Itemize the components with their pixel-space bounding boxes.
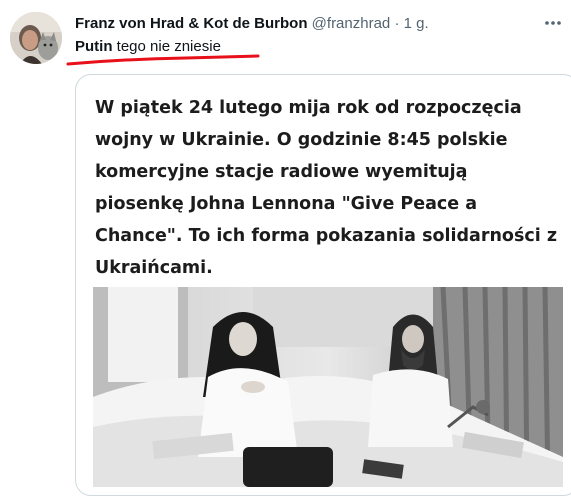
- tweet[interactable]: Franz von Hrad & Kot de Burbon @franzhra…: [0, 0, 571, 496]
- separator-dot: ·: [394, 15, 400, 32]
- quoted-post-photo[interactable]: [93, 287, 563, 487]
- tweet-text-bold: Putin: [75, 38, 113, 55]
- more-options-icon[interactable]: [543, 13, 563, 33]
- quoted-post[interactable]: W piątek 24 lutego mija rok od rozpoczęc…: [75, 74, 571, 496]
- tweet-header: Franz von Hrad & Kot de Burbon @franzhra…: [75, 13, 429, 35]
- avatar-photo: [10, 12, 62, 64]
- quoted-post-text: W piątek 24 lutego mija rok od rozpoczęc…: [95, 98, 558, 278]
- photo-image: [93, 287, 563, 487]
- tweet-text-rest: tego nie zniesie: [116, 38, 221, 55]
- author-avatar[interactable]: [10, 12, 62, 64]
- timestamp[interactable]: 1 g.: [404, 15, 429, 32]
- tweet-text: Putin tego nie zniesie: [75, 37, 221, 57]
- author-handle[interactable]: @franzhrad: [312, 15, 391, 32]
- author-name[interactable]: Franz von Hrad & Kot de Burbon: [75, 15, 308, 32]
